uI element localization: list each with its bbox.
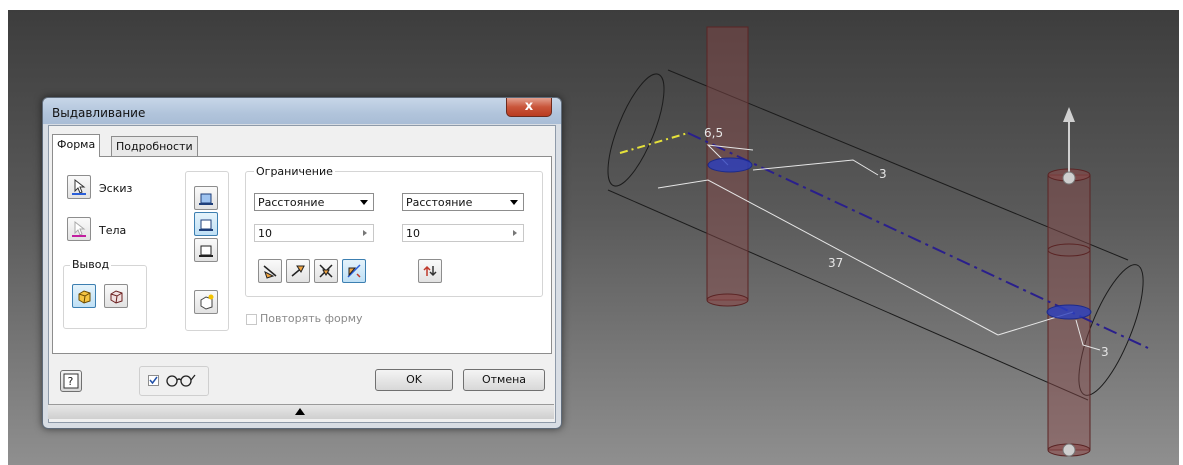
flip-icon [423, 265, 437, 277]
distance-1-value: 10 [258, 227, 272, 240]
chevron-right-icon[interactable] [513, 230, 517, 236]
extent-type-2-value: Расстояние [406, 196, 473, 209]
direction2-button[interactable] [286, 259, 310, 283]
match-shape-checkbox[interactable] [246, 314, 257, 325]
dialog-title: Выдавливание [52, 106, 146, 120]
symmetric-icon [319, 264, 333, 278]
close-icon: x [524, 99, 534, 114]
preview-glasses-icon [166, 374, 196, 387]
profile-label: Эскиз [99, 182, 133, 195]
expand-strip[interactable] [48, 404, 554, 419]
extents-group: Ограничение Расстояние Расстояние 10 10 [245, 165, 543, 297]
solids-label: Тела [99, 224, 127, 237]
cancel-button[interactable]: Отмена [463, 369, 545, 391]
distance-input-2[interactable]: 10 [402, 224, 524, 242]
tab-more[interactable]: Подробности [111, 136, 198, 157]
tab-shape[interactable]: Форма [52, 134, 101, 157]
svg-text:?: ? [68, 375, 74, 388]
cursor-arrow-icon [72, 220, 86, 237]
extent-type-select-1[interactable]: Расстояние [254, 193, 374, 211]
ok-button[interactable]: OK [375, 369, 453, 391]
cut-icon [199, 219, 213, 231]
solid-output-button[interactable] [72, 284, 96, 308]
operations-group [185, 171, 229, 331]
output-group-title: Вывод [70, 258, 112, 271]
surface-output-icon [110, 290, 123, 304]
checkmark-icon [149, 376, 158, 385]
new-solid-button[interactable] [194, 290, 218, 314]
flip-button[interactable] [418, 259, 442, 283]
intersect-button[interactable] [194, 238, 218, 262]
help-button[interactable]: ? [60, 370, 82, 392]
preview-group [139, 366, 209, 396]
solids-select-button[interactable] [67, 217, 91, 241]
close-button[interactable]: x [506, 98, 552, 117]
match-shape-label: Повторять форму [260, 312, 363, 325]
extent-type-select-2[interactable]: Расстояние [402, 193, 524, 211]
cursor-arrow-icon [72, 178, 86, 195]
new-solid-icon [200, 294, 214, 310]
asymmetric-icon [347, 264, 361, 278]
symmetric-button[interactable] [314, 259, 338, 283]
expand-arrow-icon[interactable] [295, 408, 305, 415]
intersect-icon [199, 245, 213, 257]
dialog-titlebar[interactable]: Выдавливание x [43, 98, 561, 124]
preview-checkbox[interactable] [148, 375, 159, 386]
direction2-icon [291, 265, 305, 277]
join-button[interactable] [194, 186, 218, 210]
direction1-button[interactable] [258, 259, 282, 283]
solid-output-icon [78, 290, 91, 304]
direction1-icon [263, 265, 277, 279]
dimension-label[interactable]: 3 [1101, 345, 1109, 359]
join-icon [199, 193, 213, 205]
dimension-label[interactable]: 3 [879, 167, 887, 181]
cut-button[interactable] [194, 212, 218, 236]
profile-select-button[interactable] [67, 175, 91, 199]
surface-output-button[interactable] [104, 284, 128, 308]
extents-group-title: Ограничение [254, 165, 335, 178]
dimension-label[interactable]: 37 [828, 256, 843, 270]
shape-tab-panel: Эскиз Тела Вывод Ограничение Расстояние … [52, 156, 552, 354]
dimension-label[interactable]: 6,5 [704, 126, 723, 140]
chevron-down-icon [510, 200, 518, 205]
chevron-down-icon [360, 200, 368, 205]
asymmetric-button[interactable] [342, 259, 366, 283]
chevron-right-icon[interactable] [363, 230, 367, 236]
help-icon: ? [63, 373, 79, 389]
extrude-dialog: Выдавливание x Форма Подробности Эскиз Т [42, 97, 562, 429]
distance-input-1[interactable]: 10 [254, 224, 374, 242]
output-group: Вывод [63, 258, 147, 329]
dialog-client-area: Форма Подробности Эскиз Тела Вывод Огран… [48, 125, 556, 423]
distance-2-value: 10 [406, 227, 420, 240]
extent-type-1-value: Расстояние [258, 196, 325, 209]
